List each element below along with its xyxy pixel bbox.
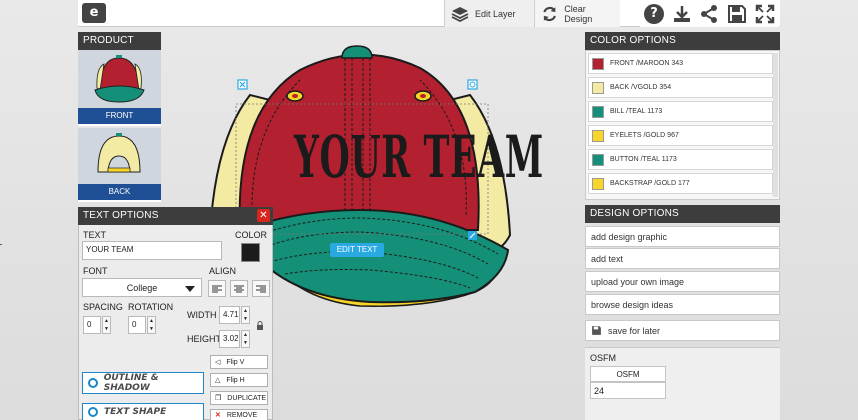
cap-back-thumbnail [97,133,141,173]
swatch-gold [592,129,604,142]
text-shape-radio [88,407,98,417]
add-design-graphic-button[interactable]: add design graphic [585,226,780,247]
color-options-title: COLOR OPTIONS [585,32,780,50]
close-panel-button[interactable]: ✕ [257,209,270,222]
align-center-icon [234,285,244,292]
add-text-button[interactable]: add text [585,248,780,269]
swatch-gold [592,177,604,190]
clear-design-label: Clear Design [564,3,593,24]
swatch-vgold [592,81,604,94]
share-icon [701,4,717,23]
rotation-label: ROTATION [128,302,174,312]
color-row-back[interactable]: BACK /VGOLD 354 [588,77,773,98]
swatch-teal [592,153,604,166]
outline-shadow-radio [88,378,98,388]
fullscreen-button[interactable] [751,0,779,27]
text-color-swatch[interactable] [241,243,260,262]
font-select[interactable]: College [82,278,202,297]
color-row-button[interactable]: BUTTON /TEAL 1173 [588,149,773,170]
duplicate-icon: ❐ [215,395,222,402]
design-text[interactable]: YOUR TEAM [294,112,543,202]
help-icon: ? [644,3,664,24]
clear-design-button[interactable]: Clear Design [534,0,620,27]
layers-icon [451,6,469,22]
caret-down-icon [185,286,195,292]
remove-button[interactable]: ✕ REMOVE [210,409,268,420]
upload-image-button[interactable]: upload your own image [585,271,780,292]
lock-icon[interactable] [256,321,264,331]
product-view-title: PRODUCT VIEW [78,32,161,64]
color-list-scrollbar[interactable] [773,53,778,197]
width-label: WIDTH [187,310,217,320]
remove-icon: ✕ [215,412,221,419]
color-row-backstrap[interactable]: BACKSTRAP /GOLD 177 [588,173,773,194]
text-input[interactable]: YOUR TEAM [82,241,222,260]
align-left-button[interactable] [208,280,226,297]
thumb-back[interactable]: BACK [78,128,161,202]
rotation-stepper[interactable]: ▲ ▼ [147,316,156,334]
swatch-maroon [592,57,604,70]
spacing-label: SPACING [83,302,123,312]
flip-h-icon: △ [215,377,221,384]
swatch-teal [592,105,604,118]
color-row-eyelets[interactable]: EYELETS /GOLD 967 [588,125,773,146]
edit-layer-label: Edit Layer [475,8,516,19]
text-shape-button[interactable]: TEXT SHAPE [82,403,204,420]
align-label: ALIGN [209,266,237,276]
cap-front-thumbnail [94,55,145,103]
browse-design-ideas-button[interactable]: browse design ideas [585,294,780,315]
color-row-front[interactable]: FRONT /MAROON 343 [588,53,773,74]
close-icon: ✕ [259,210,268,221]
osfm-section: OSFM OSFM 24 [585,347,780,420]
color-row-bill[interactable]: BILL /TEAL 1173 [588,101,773,122]
osfm-title: OSFM [590,353,616,363]
osfm-header: OSFM [590,366,666,382]
color-options-list: FRONT /MAROON 343 BACK /VGOLD 354 BILL /… [585,50,780,200]
rotation-input[interactable]: 0 [128,316,146,334]
edit-text-button[interactable]: EDIT TEXT [330,243,384,257]
thumb-front-label: FRONT [78,108,161,124]
help-button[interactable]: ? [640,0,668,27]
thumb-front[interactable]: FRONT [78,50,161,126]
logo-icon: e [82,3,106,23]
width-input[interactable]: 4.71 [219,306,240,324]
align-right-button[interactable] [252,280,270,297]
save-button[interactable] [723,0,751,27]
save-for-later-button[interactable]: save for later [585,320,780,341]
floppy-disk-icon [592,326,601,335]
text-options-title: TEXT OPTIONS [78,207,273,225]
flip-h-button[interactable]: △ Flip H [210,373,268,387]
spacing-stepper[interactable]: ▲ ▼ [102,316,111,334]
align-right-icon [256,285,266,292]
download-button[interactable] [668,0,696,27]
height-label: HEIGHT [187,334,222,344]
text-label: TEXT [83,230,107,240]
color-label: COLOR [235,230,268,240]
font-select-value: College [126,283,158,293]
thumb-back-label: BACK [78,184,161,200]
design-options-title: DESIGN OPTIONS [585,205,780,223]
flip-v-button[interactable]: ◁ Flip V [210,355,268,369]
download-icon [674,5,690,22]
outline-shadow-button[interactable]: OUTLINE & SHADOW [82,372,204,394]
refresh-icon [543,6,556,21]
height-stepper[interactable]: ▲ ▼ [241,330,250,348]
expand-icon [755,4,775,23]
spacing-input[interactable]: 0 [83,316,101,334]
font-label: FONT [83,266,108,276]
duplicate-button[interactable]: ❐ DUPLICATE [210,391,268,405]
height-input[interactable]: 3.02 [219,330,240,348]
left-edge-line [0,244,2,245]
flip-v-icon: ◁ [215,359,221,366]
share-button[interactable] [695,0,723,27]
width-stepper[interactable]: ▲ ▼ [241,306,250,324]
top-toolbar: e Edit Layer Clear Design ? [78,0,780,27]
osfm-quantity-input[interactable]: 24 [590,382,666,399]
edit-layer-button[interactable]: Edit Layer [444,0,534,27]
floppy-disk-icon [728,4,746,23]
align-center-button[interactable] [230,280,248,297]
align-left-icon [212,285,222,292]
